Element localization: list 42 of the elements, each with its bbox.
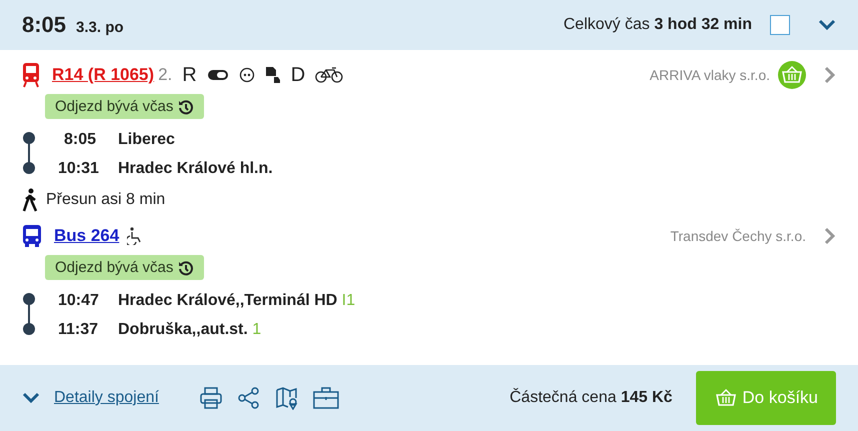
stop-name: Hradec Králové hl.n.: [118, 159, 274, 179]
service-code: R: [182, 64, 197, 86]
print-icon[interactable]: [198, 386, 223, 410]
history-icon: [178, 98, 194, 114]
line-link[interactable]: Bus 264: [54, 226, 120, 246]
train-icon: [22, 62, 40, 88]
chevron-right-icon[interactable]: [824, 66, 836, 84]
departure-time: 8:05: [22, 12, 66, 38]
service-code: D: [290, 64, 306, 86]
chevron-down-icon[interactable]: [22, 392, 40, 404]
face-icon: [238, 67, 255, 83]
details-link[interactable]: Detaily spojení: [54, 389, 159, 407]
total-time: Celkový čas 3 hod 32 min: [564, 16, 752, 34]
chevron-right-icon[interactable]: [824, 227, 836, 245]
operator-name: Transdev Čechy s.r.o.: [670, 228, 806, 244]
platform-number: 1: [252, 321, 262, 338]
walking-person-icon: [22, 188, 38, 212]
stop-time: 8:05: [62, 130, 97, 150]
badge-text: Odjezd bývá včas: [55, 259, 174, 276]
stop-time: 10:31: [58, 159, 100, 179]
partial-price: Částečná cena 145 Kč: [510, 389, 672, 407]
operator-name: ARRIVA vlaky s.r.o.: [650, 67, 770, 83]
share-icon[interactable]: [236, 386, 261, 410]
departure-date: 3.3. po: [76, 18, 124, 36]
stop-time: 10:47: [58, 291, 100, 311]
bus-icon: [22, 224, 42, 248]
travel-class: 2.: [158, 65, 172, 85]
stop-name: Dobruška,,aut.st. 1: [118, 320, 262, 340]
history-icon: [178, 260, 194, 276]
stop-name: Liberec: [118, 130, 176, 150]
bicycle-icon: [315, 67, 344, 83]
platform-number: I1: [342, 292, 356, 309]
stop-name: Hradec Králové,,Terminál HD I1: [118, 291, 356, 311]
compare-checkbox[interactable]: [770, 15, 790, 35]
transfer-text: Přesun asi 8 min: [46, 191, 166, 209]
expand-icon[interactable]: [818, 19, 836, 31]
wheelchair-icon: [127, 227, 144, 245]
line-link[interactable]: R14 (R 1065): [52, 65, 154, 85]
stop-time: 11:37: [58, 320, 100, 340]
briefcase-icon[interactable]: [312, 386, 339, 410]
badge-text: Odjezd bývá včas: [55, 98, 174, 115]
map-icon[interactable]: [274, 386, 299, 410]
